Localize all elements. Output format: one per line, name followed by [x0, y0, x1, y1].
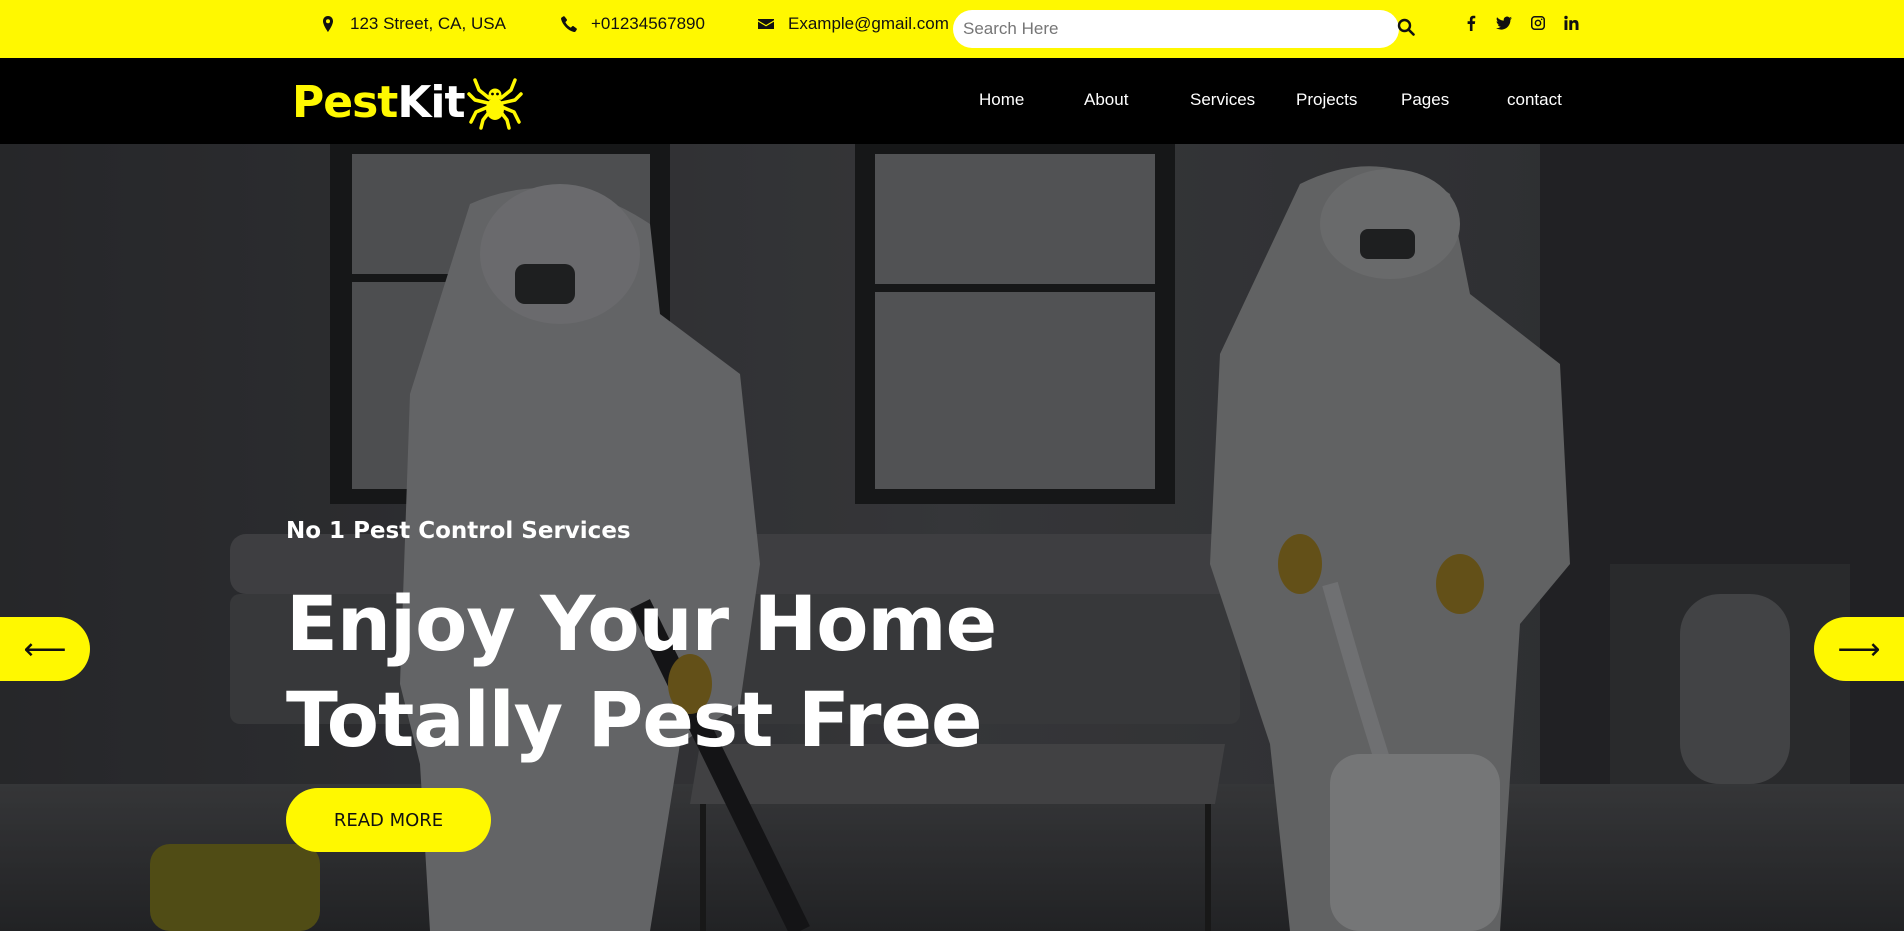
twitter-link[interactable] [1495, 14, 1513, 32]
nav-pages[interactable]: Pages [1401, 90, 1449, 110]
search-input[interactable] [953, 10, 1353, 48]
carousel-next-button[interactable]: ⟶ [1814, 617, 1904, 681]
nav-about[interactable]: About [1084, 90, 1128, 110]
logo-part-kit: Kit [397, 76, 465, 128]
logo-part-pest: Pest [292, 76, 398, 128]
arrow-right-icon: ⟶ [1837, 631, 1881, 667]
site-logo[interactable]: PestKit [292, 74, 523, 130]
nav-services[interactable]: Services [1190, 90, 1255, 110]
carousel-prev-button[interactable]: ⟵ [0, 617, 90, 681]
search-button[interactable] [1397, 18, 1415, 36]
instagram-icon [1531, 16, 1545, 30]
phone-icon [561, 16, 577, 32]
facebook-icon [1467, 15, 1476, 31]
arrow-left-icon: ⟵ [23, 631, 67, 667]
nav-projects[interactable]: Projects [1296, 90, 1357, 110]
nav-home[interactable]: Home [979, 90, 1024, 110]
instagram-link[interactable] [1529, 14, 1547, 32]
phone-item: +01234567890 [561, 14, 705, 34]
map-marker-icon [323, 16, 333, 32]
hero-subtitle: No 1 Pest Control Services [286, 518, 631, 544]
email-text[interactable]: Example@gmail.com [788, 14, 949, 34]
linkedin-link[interactable] [1562, 14, 1580, 32]
phone-text[interactable]: +01234567890 [591, 14, 705, 34]
address-item: 123 Street, CA, USA [320, 14, 506, 34]
read-more-button[interactable]: READ MORE [286, 788, 491, 852]
spider-icon [466, 78, 523, 130]
address-text: 123 Street, CA, USA [350, 14, 506, 33]
top-info-bar: 123 Street, CA, USA +01234567890 Example… [0, 0, 1904, 58]
hero-carousel: No 1 Pest Control Services Enjoy Your Ho… [0, 144, 1904, 931]
logo-text: PestKit [292, 76, 466, 128]
hero-title: Enjoy Your Home Totally Pest Free [286, 579, 997, 764]
envelope-icon [758, 19, 774, 29]
nav-contact[interactable]: contact [1507, 90, 1562, 110]
facebook-link[interactable] [1462, 14, 1480, 32]
twitter-icon [1496, 16, 1512, 30]
main-navbar: PestKit Home About Services Projects Pag… [0, 58, 1904, 144]
linkedin-icon [1564, 15, 1579, 30]
search-box [953, 10, 1399, 48]
search-icon [1397, 18, 1415, 36]
email-item: Example@gmail.com [758, 14, 949, 34]
